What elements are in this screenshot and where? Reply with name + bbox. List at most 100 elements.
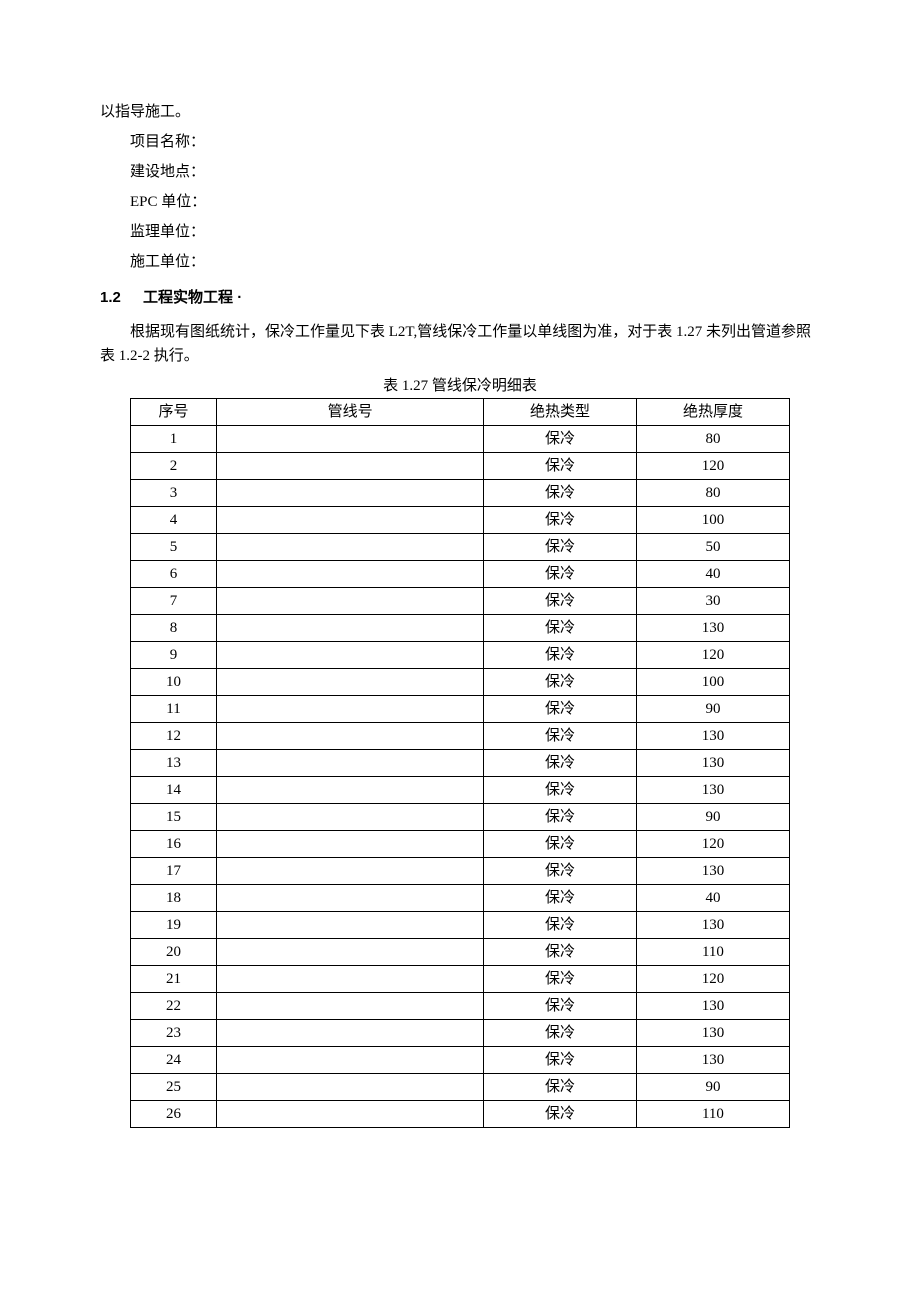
cell-thick: 120 xyxy=(636,831,789,858)
table-row: 3保冷80 xyxy=(131,480,790,507)
table-row: 26 保冷110 xyxy=(131,1101,790,1128)
table-row: 23保冷130 xyxy=(131,1020,790,1047)
cell-type: 保冷 xyxy=(484,642,637,669)
cell-thick: 80 xyxy=(636,480,789,507)
cell-thick: 90 xyxy=(636,696,789,723)
cell-type: 保冷 xyxy=(484,1101,637,1128)
cell-idx: 18 xyxy=(131,885,217,912)
table-row: 5保冷50 xyxy=(131,534,790,561)
cell-pipe xyxy=(216,453,483,480)
cell-idx: 22 xyxy=(131,993,217,1020)
table-row: 18保冷40 xyxy=(131,885,790,912)
cell-idx: 21 xyxy=(131,966,217,993)
col-header-type: 绝热类型 xyxy=(484,399,637,426)
cell-thick: 130 xyxy=(636,1047,789,1074)
table-row: 6保冷40 xyxy=(131,561,790,588)
field-supervisor: 监理单位： xyxy=(100,220,820,244)
cell-type: 保冷 xyxy=(484,1020,637,1047)
cell-idx: 7 xyxy=(131,588,217,615)
cell-idx: 10 xyxy=(131,669,217,696)
table-row: 12保冷130 xyxy=(131,723,790,750)
cell-type: 保冷 xyxy=(484,912,637,939)
cell-type: 保冷 xyxy=(484,1047,637,1074)
table-row: 24 保冷130 xyxy=(131,1047,790,1074)
cell-thick: 40 xyxy=(636,561,789,588)
cell-pipe xyxy=(216,588,483,615)
cell-pipe xyxy=(216,750,483,777)
cell-type: 保冷 xyxy=(484,696,637,723)
section-paragraph: 根据现有图纸统计，保冷工作量见下表 L2T,管线保冷工作量以单线图为准，对于表 … xyxy=(100,320,820,368)
cell-idx: 3 xyxy=(131,480,217,507)
cell-thick: 90 xyxy=(636,804,789,831)
cell-type: 保冷 xyxy=(484,939,637,966)
field-epc: EPC 单位： xyxy=(100,190,820,214)
col-header-pipe: 管线号 xyxy=(216,399,483,426)
col-header-index: 序号 xyxy=(131,399,217,426)
cell-pipe xyxy=(216,1101,483,1128)
section-title: 工程实物工程 · xyxy=(143,289,242,306)
cell-pipe xyxy=(216,939,483,966)
table-row: 1保冷80 xyxy=(131,426,790,453)
cell-thick: 130 xyxy=(636,777,789,804)
cell-thick: 130 xyxy=(636,858,789,885)
cell-idx: 20 xyxy=(131,939,217,966)
cell-type: 保冷 xyxy=(484,723,637,750)
cell-thick: 100 xyxy=(636,669,789,696)
cell-pipe xyxy=(216,966,483,993)
cell-idx: 23 xyxy=(131,1020,217,1047)
cell-type: 保冷 xyxy=(484,1074,637,1101)
cell-pipe xyxy=(216,426,483,453)
cell-pipe xyxy=(216,480,483,507)
cell-thick: 130 xyxy=(636,615,789,642)
section-number: 1.2 xyxy=(100,286,121,310)
cell-pipe xyxy=(216,507,483,534)
section-heading: 1.2 工程实物工程 · xyxy=(100,286,820,310)
cell-thick: 120 xyxy=(636,966,789,993)
cell-pipe xyxy=(216,642,483,669)
cell-type: 保冷 xyxy=(484,453,637,480)
intro-line: 以指导施工。 xyxy=(100,100,820,124)
table-row: 13保冷130 xyxy=(131,750,790,777)
cell-thick: 120 xyxy=(636,453,789,480)
cell-pipe xyxy=(216,885,483,912)
cell-thick: 90 xyxy=(636,1074,789,1101)
cell-idx: 24 xyxy=(131,1047,217,1074)
cell-idx: 13 xyxy=(131,750,217,777)
cell-idx: 16 xyxy=(131,831,217,858)
table-row: 4保冷100 xyxy=(131,507,790,534)
cell-idx: 25 xyxy=(131,1074,217,1101)
cell-idx: 4 xyxy=(131,507,217,534)
cell-type: 保冷 xyxy=(484,750,637,777)
cell-idx: 5 xyxy=(131,534,217,561)
cell-idx: 17 xyxy=(131,858,217,885)
cell-type: 保冷 xyxy=(484,966,637,993)
cell-thick: 50 xyxy=(636,534,789,561)
cell-thick: 40 xyxy=(636,885,789,912)
cell-pipe xyxy=(216,1047,483,1074)
cell-thick: 120 xyxy=(636,642,789,669)
table-row: 19保冷130 xyxy=(131,912,790,939)
cell-thick: 80 xyxy=(636,426,789,453)
cell-type: 保冷 xyxy=(484,588,637,615)
table-body: 1保冷802保冷1203保冷804保冷1005保冷506保冷407保冷308保冷… xyxy=(131,426,790,1128)
table-row: 22保冷130 xyxy=(131,993,790,1020)
cell-pipe xyxy=(216,561,483,588)
cell-pipe xyxy=(216,804,483,831)
cell-thick: 100 xyxy=(636,507,789,534)
field-site: 建设地点： xyxy=(100,160,820,184)
cell-type: 保冷 xyxy=(484,561,637,588)
cell-idx: 1 xyxy=(131,426,217,453)
table-row: 11保冷90 xyxy=(131,696,790,723)
cell-pipe xyxy=(216,669,483,696)
pipe-insulation-table: 序号 管线号 绝热类型 绝热厚度 1保冷802保冷1203保冷804保冷1005… xyxy=(130,398,790,1128)
cell-type: 保冷 xyxy=(484,669,637,696)
cell-idx: 26 xyxy=(131,1101,217,1128)
field-project-name: 项目名称： xyxy=(100,130,820,154)
table-header-row: 序号 管线号 绝热类型 绝热厚度 xyxy=(131,399,790,426)
document-page: 以指导施工。 项目名称： 建设地点： EPC 单位： 监理单位： 施工单位： 1… xyxy=(0,0,920,1188)
cell-pipe xyxy=(216,831,483,858)
table-row: 14保冷130 xyxy=(131,777,790,804)
cell-idx: 12 xyxy=(131,723,217,750)
cell-thick: 110 xyxy=(636,1101,789,1128)
cell-type: 保冷 xyxy=(484,804,637,831)
